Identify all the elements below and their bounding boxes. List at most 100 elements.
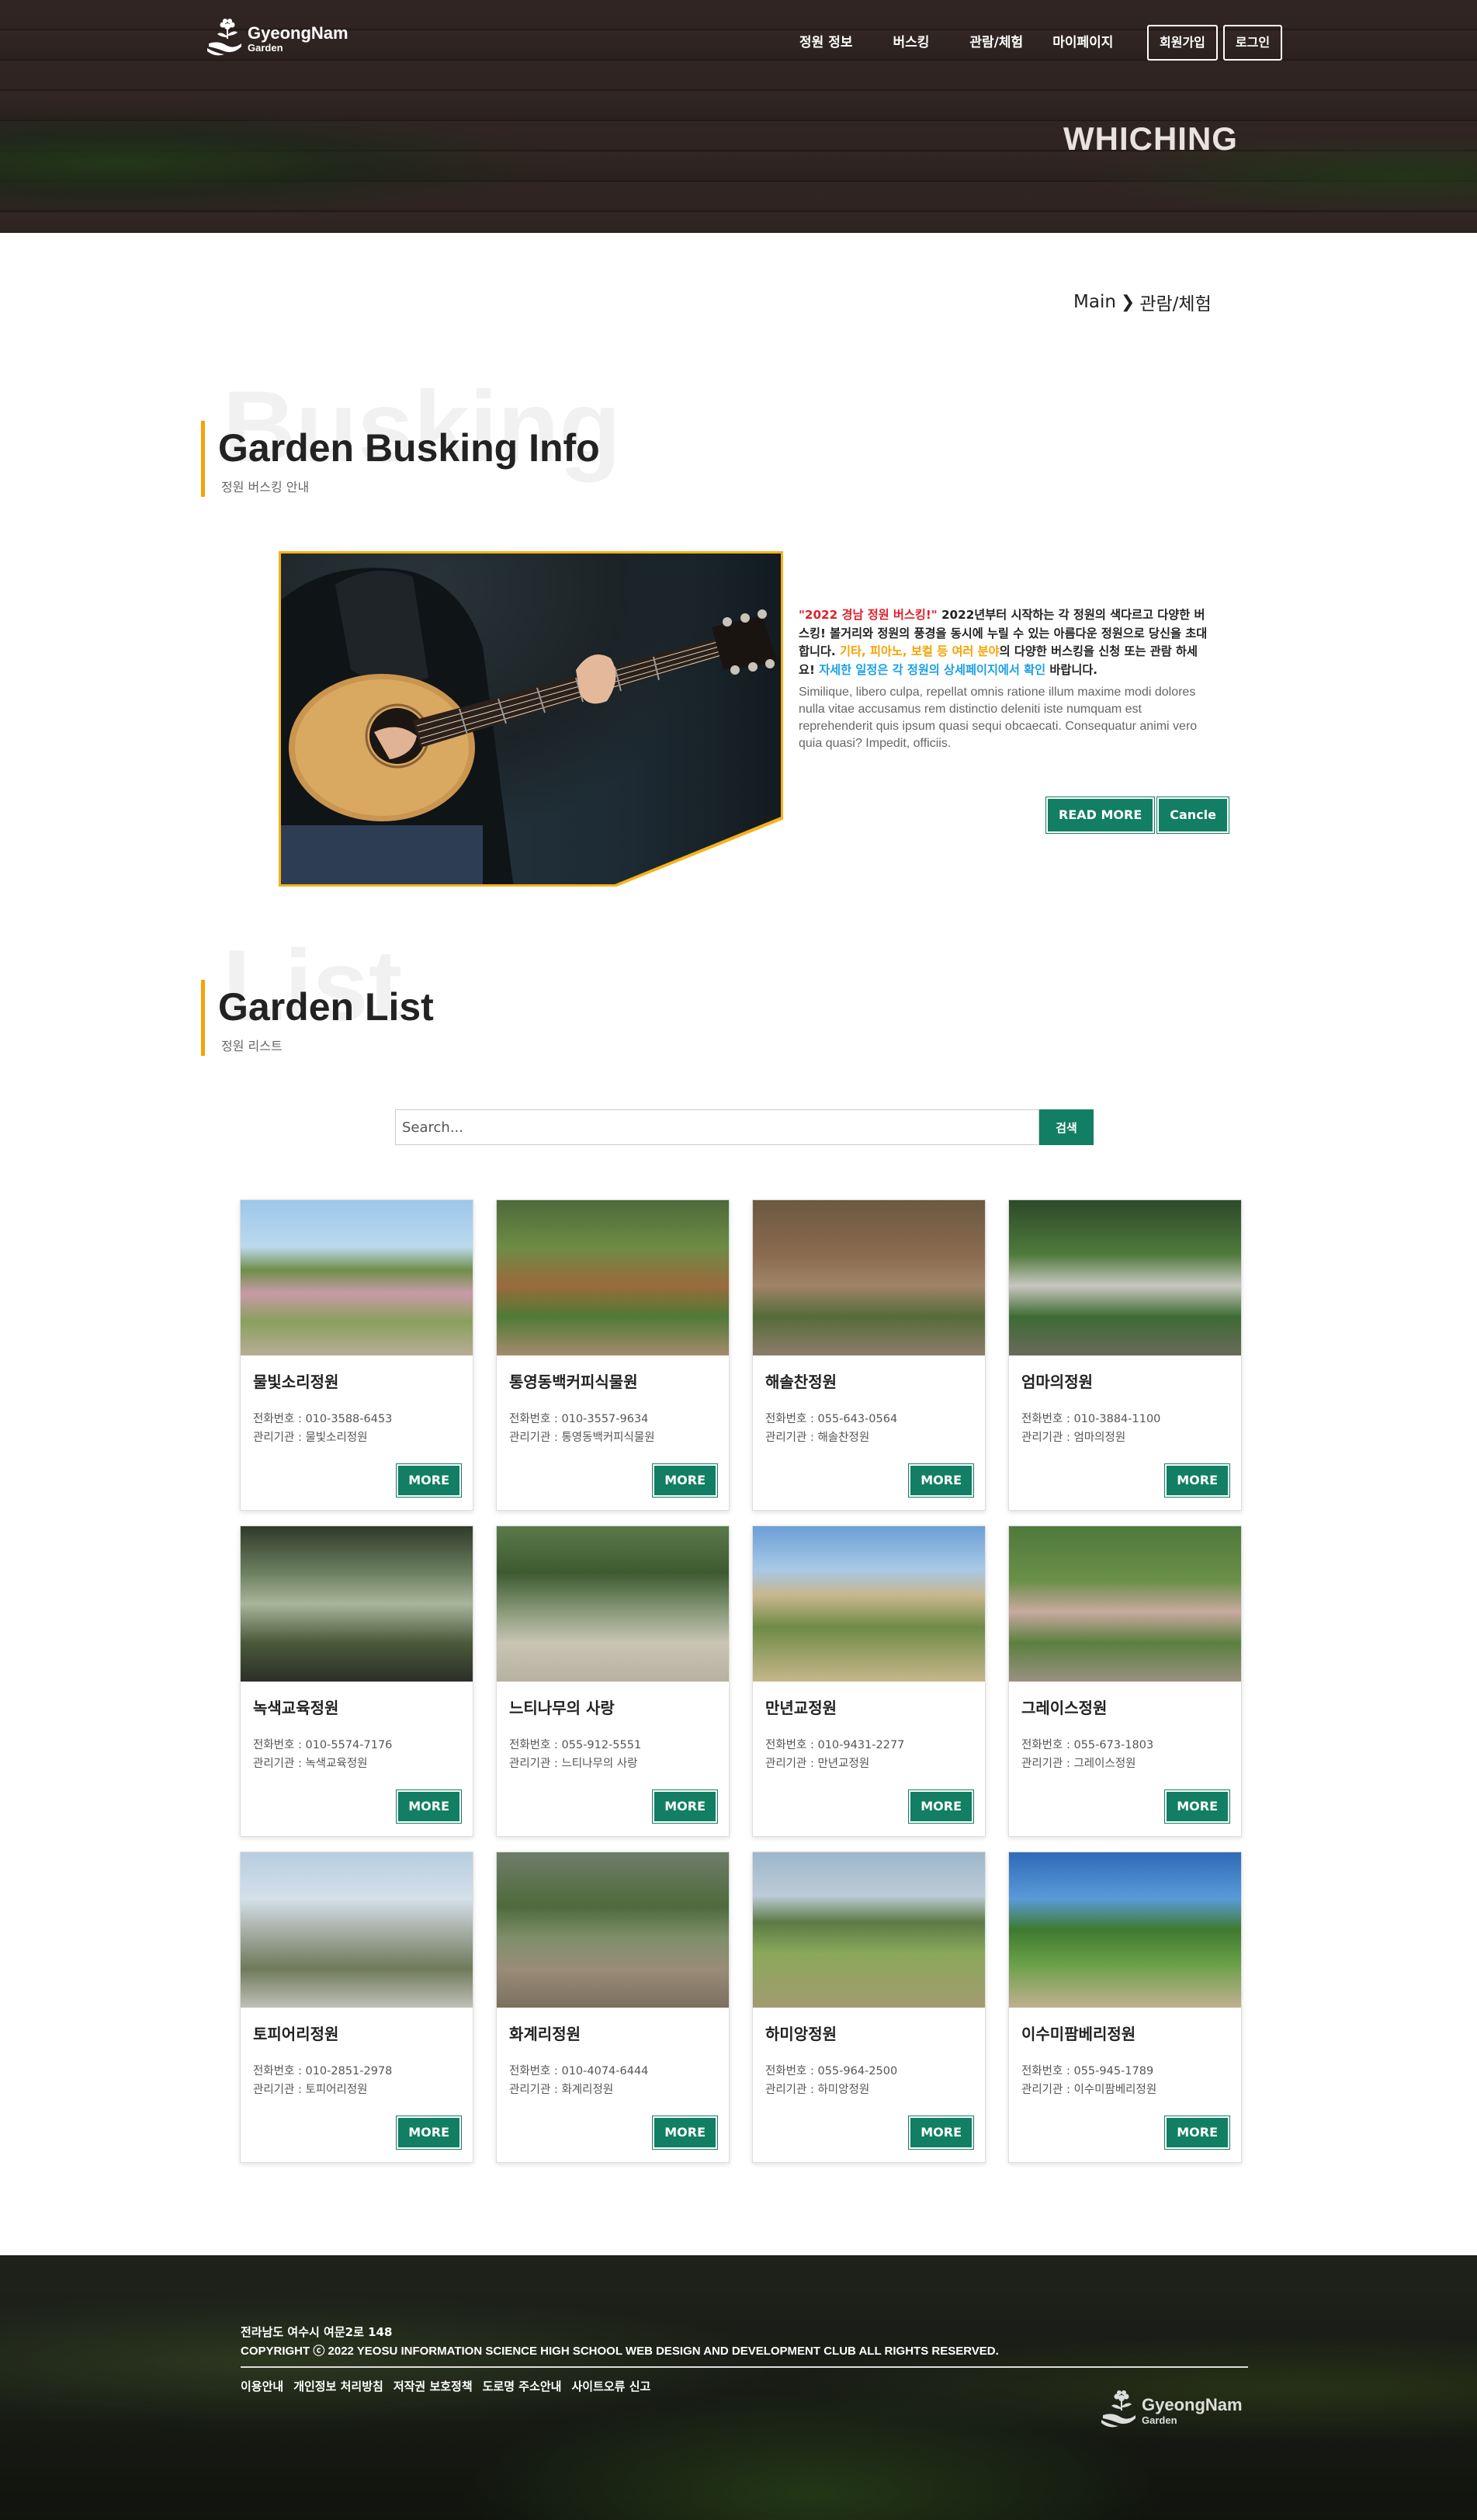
- garden-card[interactable]: 만년교정원 전화번호 : 010-9431-2277 관리기관 : 만년교정원 MOR…: [752, 1526, 986, 1837]
- auth-buttons: 회원가입 로그인: [1147, 25, 1283, 61]
- footer: 전라남도 여수시 여문2로 148 COPYRIGHT ⓒ 2022 YEOSU…: [0, 2255, 1477, 2520]
- garden-card[interactable]: 하미앙정원 전화번호 : 055-964-2500 관리기관 : 하미앙정원 MORE: [752, 1852, 986, 2163]
- more-button[interactable]: MORE: [652, 1463, 718, 1498]
- garden-info: 전화번호 : 010-4074-6444 관리기관 : 화계리정원: [509, 2062, 648, 2099]
- more-button[interactable]: MORE: [396, 2116, 462, 2150]
- phone-label: 전화번호 :: [1021, 1739, 1074, 1751]
- garden-card[interactable]: 토피어리정원 전화번호 : 010-2851-2978 관리기관 : 토피어리정원 M…: [240, 1852, 473, 2163]
- cancel-button[interactable]: Cancle: [1156, 797, 1230, 834]
- more-button[interactable]: MORE: [652, 2116, 718, 2150]
- garden-org-row: 관리기관 : 화계리정원: [509, 2081, 648, 2099]
- garden-org-row: 관리기관 : 해솔찬정원: [765, 1428, 897, 1447]
- breadcrumb: Main ❯ 관람/체험: [1073, 289, 1212, 315]
- garden-phone-row: 전화번호 : 055-964-2500: [765, 2062, 897, 2081]
- busking-description: "2022 경남 정원 버스킹!" 2022년부터 시작하는 각 정원의 색다르…: [799, 606, 1210, 752]
- footer-links: 이용안내 개인정보 처리방침 저작권 보호정책 도로명 주소안내 사이트오류 신…: [241, 2378, 650, 2394]
- search-button[interactable]: 검색: [1039, 1109, 1094, 1145]
- footer-logo[interactable]: GyeongNam Garden: [1100, 2389, 1243, 2432]
- more-button[interactable]: MORE: [396, 1463, 462, 1498]
- garden-org-row: 관리기관 : 만년교정원: [765, 1755, 904, 1773]
- garden-phone-row: 전화번호 : 055-673-1803: [1021, 1736, 1153, 1755]
- garden-card[interactable]: 해솔찬정원 전화번호 : 055-643-0564 관리기관 : 해솔찬정원 MORE: [752, 1199, 986, 1511]
- list-title: Garden List: [218, 985, 434, 1029]
- phone-label: 전화번호 :: [765, 2065, 818, 2077]
- search-input[interactable]: [395, 1109, 1039, 1145]
- garden-photo: [1009, 1852, 1241, 2008]
- garden-phone-row: 전화번호 : 010-5574-7176: [253, 1736, 392, 1755]
- nav-item-garden-info[interactable]: 정원 정보: [799, 31, 852, 50]
- garden-info: 전화번호 : 010-3557-9634 관리기관 : 통영동백커피식물원: [509, 1410, 655, 1447]
- garden-phone: 055-673-1803: [1073, 1739, 1154, 1751]
- garden-phone-row: 전화번호 : 055-945-1789: [1021, 2062, 1156, 2081]
- garden-card[interactable]: 느티나무의 사랑 전화번호 : 055-912-5551 관리기관 : 느티나무의 …: [496, 1526, 730, 1837]
- garden-info: 전화번호 : 010-5574-7176 관리기관 : 녹색교육정원: [253, 1736, 392, 1773]
- more-button[interactable]: MORE: [1164, 1789, 1230, 1824]
- logo-subtitle: Garden: [248, 42, 283, 54]
- busking-intro-text: "2022 경남 정원 버스킹!" 2022년부터 시작하는 각 정원의 색다르…: [799, 606, 1210, 679]
- footer-link-address[interactable]: 도로명 주소안내: [483, 2378, 562, 2394]
- more-button[interactable]: MORE: [908, 1789, 974, 1824]
- org-label: 관리기관 :: [1021, 2084, 1074, 2096]
- garden-photo: [241, 1526, 473, 1682]
- garden-phone: 010-3557-9634: [561, 1413, 649, 1425]
- footer-link-guide[interactable]: 이용안내: [241, 2378, 283, 2394]
- garden-phone: 055-912-5551: [561, 1739, 642, 1751]
- more-button[interactable]: MORE: [1164, 1463, 1230, 1498]
- garden-org: 하미앙정원: [817, 2084, 870, 2096]
- breadcrumb-home[interactable]: Main: [1073, 292, 1116, 312]
- site-logo[interactable]: GyeongNam Garden: [206, 17, 348, 61]
- garden-photo: [753, 1526, 985, 1682]
- garden-card[interactable]: 그레이스정원 전화번호 : 055-673-1803 관리기관 : 그레이스정원 MO…: [1008, 1526, 1242, 1837]
- garden-phone: 010-5574-7176: [305, 1739, 393, 1751]
- garden-card[interactable]: 이수미팜베리정원 전화번호 : 055-945-1789 관리기관 : 이수미팜베리…: [1008, 1852, 1242, 2163]
- phone-label: 전화번호 :: [253, 2065, 306, 2077]
- org-label: 관리기관 :: [253, 2084, 306, 2096]
- garden-info: 전화번호 : 055-964-2500 관리기관 : 하미앙정원: [765, 2062, 897, 2099]
- footer-link-copyright[interactable]: 저작권 보호정책: [394, 2378, 473, 2394]
- garden-phone-row: 전화번호 : 010-9431-2277: [765, 1736, 904, 1755]
- more-button[interactable]: MORE: [396, 1789, 462, 1824]
- garden-org-row: 관리기관 : 통영동백커피식물원: [509, 1428, 655, 1447]
- org-label: 관리기관 :: [509, 1432, 562, 1444]
- garden-card[interactable]: 녹색교육정원 전화번호 : 010-5574-7176 관리기관 : 녹색교육정원 M…: [240, 1526, 473, 1837]
- garden-photo: [241, 1200, 473, 1355]
- garden-photo: [753, 1852, 985, 2008]
- garden-name: 그레이스정원: [1021, 1699, 1108, 1717]
- garden-org-row: 관리기관 : 토피어리정원: [253, 2081, 392, 2099]
- garden-card[interactable]: 엄마의정원 전화번호 : 010-3884-1100 관리기관 : 엄마의정원 MOR…: [1008, 1199, 1242, 1511]
- garden-card[interactable]: 화계리정원 전화번호 : 010-4074-6444 관리기관 : 화계리정원 MOR…: [496, 1852, 730, 2163]
- footer-link-privacy[interactable]: 개인정보 처리방침: [293, 2378, 383, 2394]
- garden-phone-row: 전화번호 : 055-912-5551: [509, 1736, 641, 1755]
- garden-card[interactable]: 통영동백커피식물원 전화번호 : 010-3557-9634 관리기관 : 통영동백…: [496, 1199, 730, 1511]
- more-button[interactable]: MORE: [908, 1463, 974, 1498]
- footer-divider: [241, 2366, 1248, 2368]
- busking-text-3: 바랍니다.: [1045, 662, 1098, 677]
- garden-org-row: 관리기관 : 물빛소리정원: [253, 1428, 392, 1447]
- garden-photo: [1009, 1526, 1241, 1682]
- more-button[interactable]: MORE: [908, 2116, 974, 2150]
- more-button[interactable]: MORE: [652, 1789, 718, 1824]
- login-button[interactable]: 로그인: [1222, 25, 1283, 61]
- nav-item-mypage[interactable]: 마이페이지: [1052, 31, 1113, 50]
- signup-button[interactable]: 회원가입: [1147, 25, 1218, 61]
- main-nav: 정원 정보 버스킹 관람/체험 마이페이지: [776, 31, 1135, 50]
- title-accent-bar: [201, 421, 205, 497]
- footer-link-report[interactable]: 사이트오류 신고: [571, 2378, 650, 2394]
- garden-photo: [241, 1852, 473, 2008]
- busking-highlight-orange: 기타, 피아노, 보컬 등 여러 분야: [839, 644, 1000, 658]
- nav-item-busking[interactable]: 버스킹: [893, 31, 929, 50]
- garden-info: 전화번호 : 055-912-5551 관리기관 : 느티나무의 사랑: [509, 1736, 641, 1773]
- garden-org: 통영동백커피식물원: [561, 1432, 655, 1444]
- garden-photo: [497, 1526, 729, 1682]
- read-more-button[interactable]: READ MORE: [1045, 797, 1156, 834]
- phone-label: 전화번호 :: [509, 1413, 562, 1425]
- phone-label: 전화번호 :: [765, 1413, 818, 1425]
- org-label: 관리기관 :: [1021, 1432, 1074, 1444]
- footer-address: 전라남도 여수시 여문2로 148: [241, 2325, 393, 2339]
- garden-org: 물빛소리정원: [305, 1432, 368, 1444]
- busking-guitar-image: [279, 551, 783, 887]
- more-button[interactable]: MORE: [1164, 2116, 1230, 2150]
- phone-label: 전화번호 :: [509, 2065, 562, 2077]
- garden-card[interactable]: 물빛소리정원 전화번호 : 010-3588-6453 관리기관 : 물빛소리정원 M…: [240, 1199, 473, 1511]
- nav-item-tour[interactable]: 관람/체험: [969, 31, 1023, 50]
